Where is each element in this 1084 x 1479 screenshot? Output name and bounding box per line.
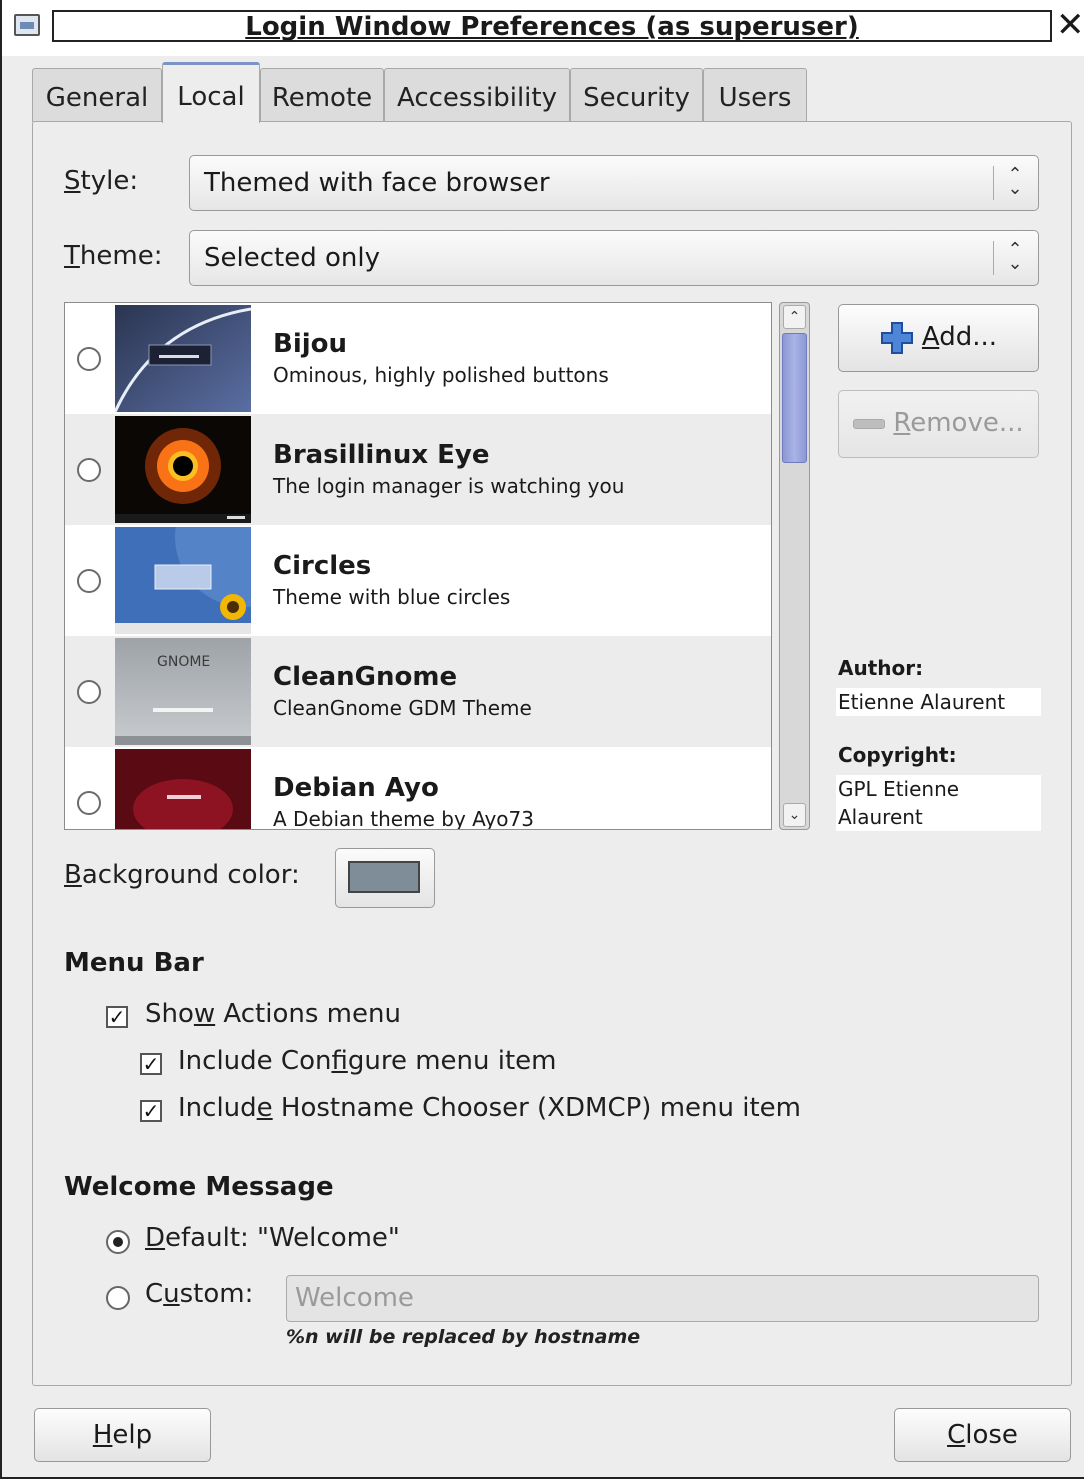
include-configure-label[interactable]: Include Configure menu item	[178, 1046, 557, 1076]
author-value: Etienne Alaurent	[836, 688, 1041, 716]
theme-description: Theme with blue circles	[273, 585, 511, 609]
theme-list-scrollbar[interactable]: ⌃ ⌄	[779, 302, 810, 830]
custom-welcome-label[interactable]: Custom:	[145, 1279, 253, 1309]
thumbnail-gnome-text: GNOME	[157, 654, 210, 670]
theme-name: Circles	[273, 551, 372, 581]
theme-thumbnail: GNOME	[115, 638, 251, 745]
theme-thumbnail	[115, 305, 251, 412]
custom-welcome-placeholder: Welcome	[295, 1283, 414, 1313]
minus-icon	[853, 418, 886, 429]
style-combo-value: Themed with face browser	[204, 168, 550, 198]
show-actions-label[interactable]: Show Actions menu	[145, 999, 401, 1029]
welcome-message-heading: Welcome Message	[64, 1172, 334, 1202]
tab-local[interactable]: Local	[162, 62, 260, 123]
author-label: Author:	[838, 656, 924, 680]
style-combo[interactable]: Themed with face browser ⌃ ⌄	[189, 155, 1039, 211]
theme-list[interactable]: Bijou Ominous, highly polished buttons B…	[64, 302, 772, 830]
copyright-label: Copyright:	[838, 743, 957, 767]
theme-combo[interactable]: Selected only ⌃ ⌄	[189, 230, 1039, 286]
scrollbar-thumb[interactable]	[782, 333, 807, 463]
list-item[interactable]: Bijou Ominous, highly polished buttons	[65, 303, 771, 414]
title-bar: Login Window Preferences (as superuser) …	[2, 0, 1084, 56]
list-item[interactable]: Circles Theme with blue circles	[65, 525, 771, 636]
close-button[interactable]: Close	[894, 1408, 1071, 1462]
hostname-hint: %n will be replaced by hostname	[286, 1326, 641, 1348]
theme-description: Ominous, highly polished buttons	[273, 363, 609, 387]
window-title: Login Window Preferences (as superuser)	[245, 12, 859, 42]
default-welcome-radio[interactable]	[106, 1230, 130, 1254]
tab-general[interactable]: General	[32, 68, 162, 122]
default-welcome-label[interactable]: Default: "Welcome"	[145, 1223, 400, 1253]
theme-name: CleanGnome	[273, 662, 458, 692]
show-actions-checkbox[interactable]: ✓	[106, 1006, 128, 1028]
theme-description: A Debian theme by Ayo73	[273, 807, 534, 830]
preferences-window: Login Window Preferences (as superuser) …	[0, 0, 1084, 1479]
tab-security[interactable]: Security	[570, 68, 703, 122]
theme-thumbnail	[115, 749, 251, 829]
background-color-button[interactable]	[335, 848, 435, 908]
tab-users[interactable]: Users	[703, 68, 807, 122]
updown-arrows-icon: ⌃ ⌄	[1007, 239, 1023, 274]
theme-name: Brasillinux Eye	[273, 440, 490, 470]
help-button[interactable]: Help	[34, 1408, 211, 1462]
tab-accessibility[interactable]: Accessibility	[384, 68, 570, 122]
include-configure-checkbox[interactable]: ✓	[140, 1053, 162, 1075]
add-theme-button[interactable]: Add...	[838, 304, 1039, 372]
scroll-up-icon[interactable]: ⌃	[783, 305, 806, 329]
include-chooser-label[interactable]: Include Hostname Chooser (XDMCP) menu it…	[178, 1093, 801, 1123]
theme-radio[interactable]	[77, 458, 101, 482]
theme-name: Debian Ayo	[273, 773, 439, 803]
color-swatch	[348, 861, 420, 893]
theme-radio[interactable]	[77, 347, 101, 371]
background-color-label: Background color:	[64, 860, 300, 890]
theme-description: CleanGnome GDM Theme	[273, 696, 532, 720]
theme-description: The login manager is watching you	[273, 474, 625, 498]
menu-bar-heading: Menu Bar	[64, 948, 204, 978]
style-label: Style:	[64, 166, 139, 196]
theme-radio[interactable]	[77, 680, 101, 704]
list-item[interactable]: Brasillinux Eye The login manager is wat…	[65, 414, 771, 525]
theme-label: Theme:	[64, 241, 163, 271]
list-item[interactable]: Debian Ayo A Debian theme by Ayo73	[65, 747, 771, 830]
custom-welcome-input[interactable]: Welcome	[286, 1275, 1039, 1322]
close-window-icon[interactable]: ✕	[1056, 6, 1084, 44]
theme-radio[interactable]	[77, 569, 101, 593]
plus-icon	[880, 321, 913, 354]
theme-name: Bijou	[273, 329, 348, 359]
theme-thumbnail	[115, 416, 251, 523]
window-menu-icon[interactable]	[14, 14, 40, 36]
remove-theme-button[interactable]: Remove...	[838, 390, 1039, 458]
title-box[interactable]: Login Window Preferences (as superuser)	[52, 10, 1052, 42]
theme-combo-value: Selected only	[204, 243, 380, 273]
list-item[interactable]: GNOME CleanGnome CleanGnome GDM Theme	[65, 636, 771, 747]
theme-thumbnail	[115, 527, 251, 634]
tab-remote[interactable]: Remote	[260, 68, 384, 122]
updown-arrows-icon: ⌃ ⌄	[1007, 164, 1023, 199]
include-chooser-checkbox[interactable]: ✓	[140, 1100, 162, 1122]
scroll-down-icon[interactable]: ⌄	[783, 803, 806, 827]
theme-radio[interactable]	[77, 791, 101, 815]
custom-welcome-radio[interactable]	[106, 1286, 130, 1310]
copyright-value: GPL Etienne Alaurent	[836, 775, 1041, 831]
